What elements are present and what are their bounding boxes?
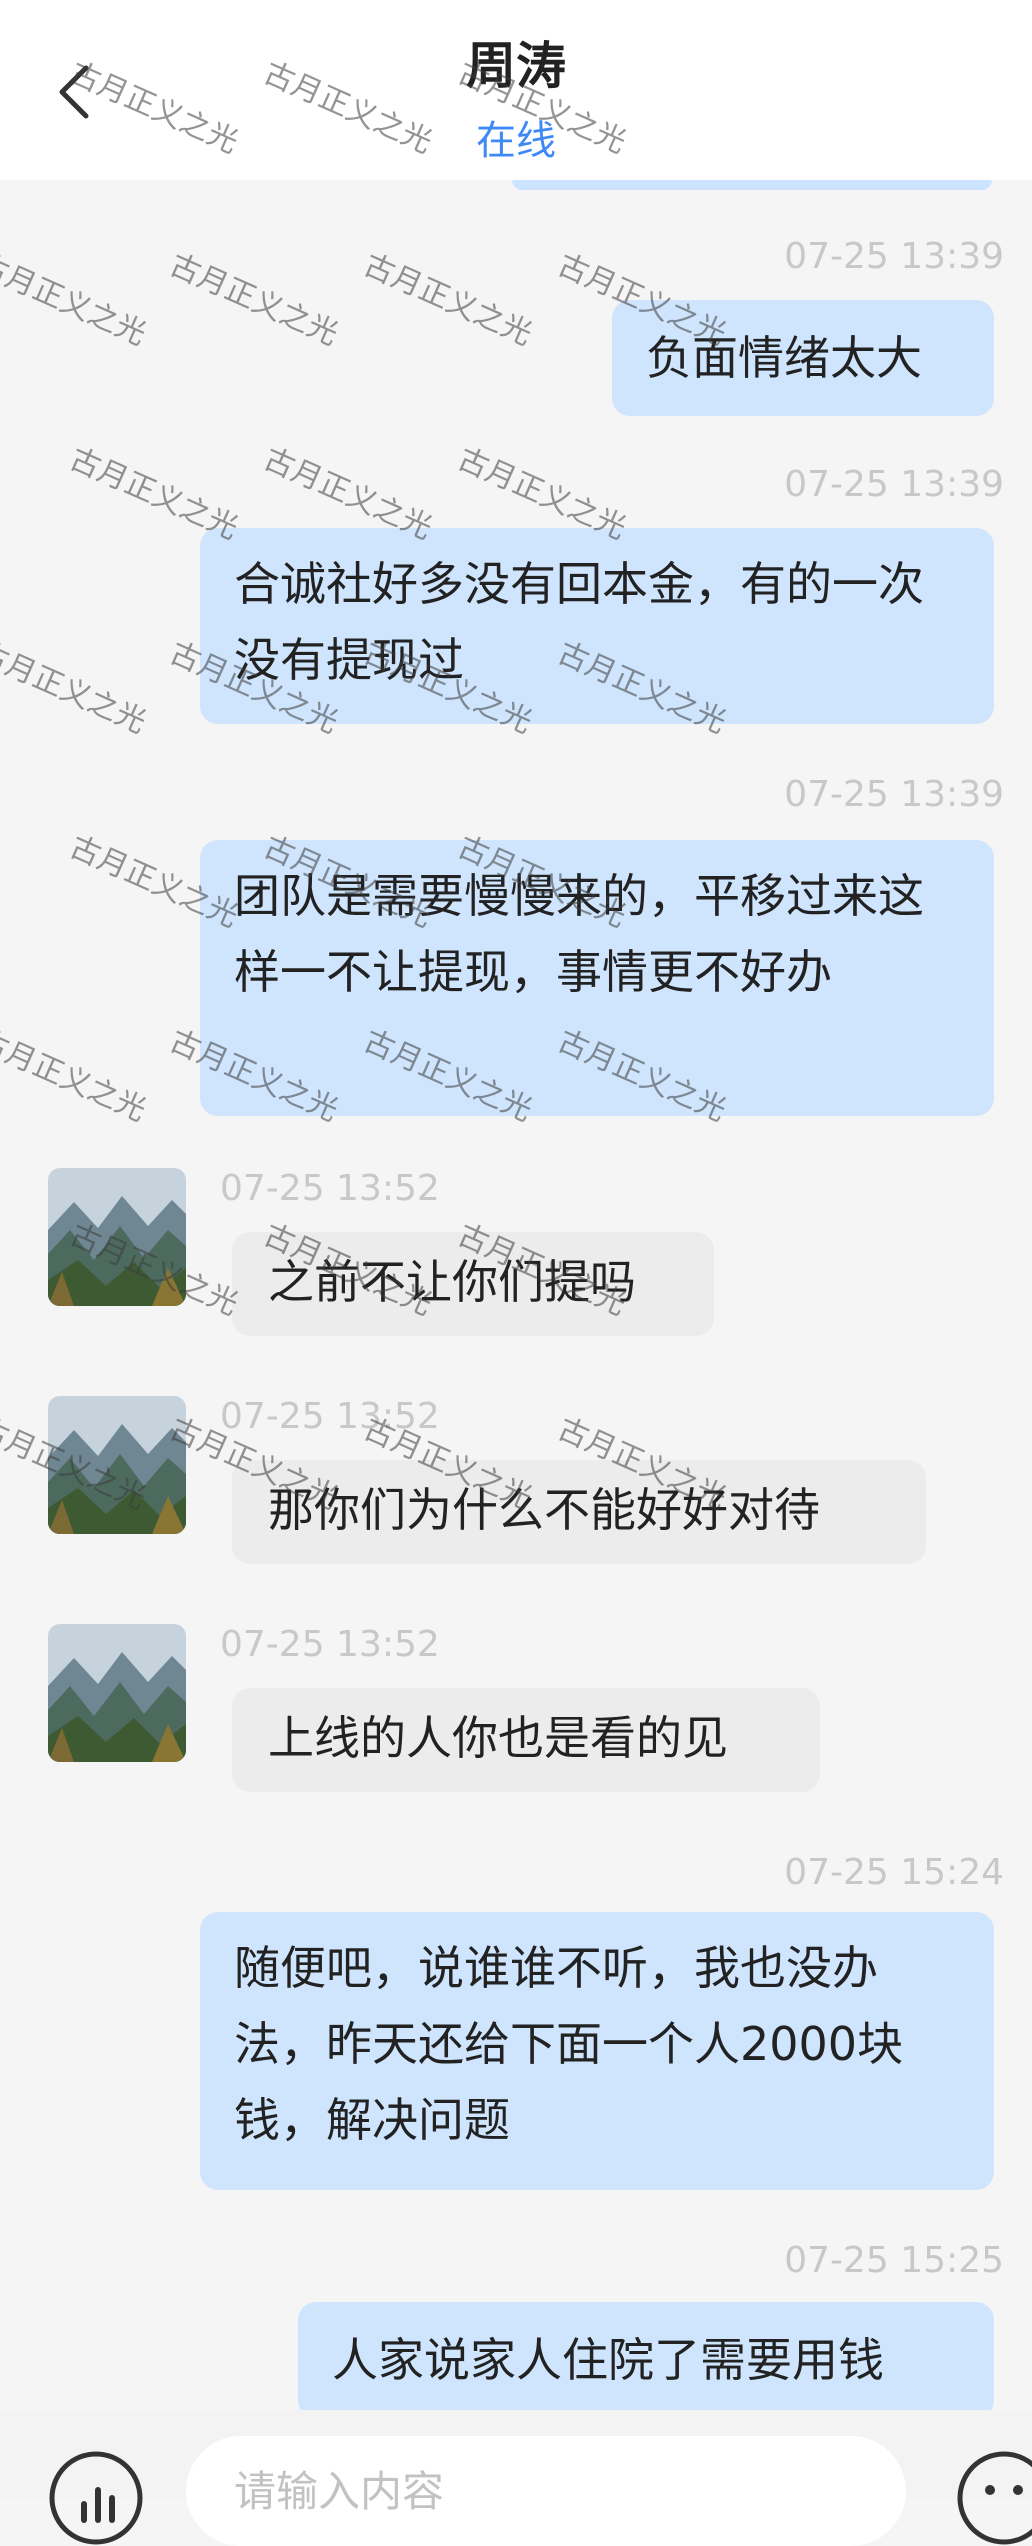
- message-timestamp: 07-25 13:39: [784, 464, 1004, 505]
- outgoing-message[interactable]: 人家说家人住院了需要用钱: [298, 2302, 994, 2418]
- outgoing-message[interactable]: 负面情绪太大: [612, 300, 994, 416]
- watermark: 古月正义之光: [0, 1023, 152, 1129]
- avatar[interactable]: [48, 1624, 186, 1762]
- watermark: 古月正义之光: [0, 247, 152, 353]
- chat-header: 周涛 在线: [0, 0, 1032, 180]
- mountain-landscape-avatar: [48, 1396, 186, 1534]
- incoming-message[interactable]: 那你们为什么不能好好对待: [232, 1460, 926, 1564]
- message-timestamp: 07-25 13:39: [784, 236, 1004, 277]
- message-timestamp: 07-25 15:24: [784, 1852, 1004, 1893]
- previous-message-bubble[interactable]: [512, 180, 992, 190]
- message-timestamp: 07-25 13:52: [220, 1624, 440, 1665]
- emoji-icon[interactable]: [956, 2450, 1032, 2546]
- watermark: 古月正义之光: [0, 635, 152, 741]
- incoming-message[interactable]: 之前不让你们提吗: [232, 1232, 714, 1336]
- online-status: 在线: [476, 118, 556, 164]
- outgoing-message[interactable]: 团队是需要慢慢来的，平移过来这样一不让提现，事情更不好办: [200, 840, 994, 1116]
- message-input[interactable]: [186, 2436, 906, 2546]
- voice-icon[interactable]: [48, 2450, 144, 2546]
- avatar[interactable]: [48, 1168, 186, 1306]
- outgoing-message[interactable]: 随便吧，说谁谁不听，我也没办法，昨天还给下面一个人2000块钱，解决问题: [200, 1912, 994, 2190]
- message-timestamp: 07-25 13:52: [220, 1396, 440, 1437]
- contact-name: 周涛: [466, 37, 566, 95]
- watermark: 古月正义之光: [358, 247, 538, 353]
- message-timestamp: 07-25 15:25: [784, 2240, 1004, 2281]
- watermark: 古月正义之光: [164, 247, 344, 353]
- message-timestamp: 07-25 13:39: [784, 774, 1004, 815]
- avatar[interactable]: [48, 1396, 186, 1534]
- outgoing-message[interactable]: 合诚社好多没有回本金，有的一次没有提现过: [200, 528, 994, 724]
- incoming-message[interactable]: 上线的人你也是看的见: [232, 1688, 820, 1792]
- mountain-landscape-avatar: [48, 1168, 186, 1306]
- composer-bar: [0, 2410, 1032, 2546]
- mountain-landscape-avatar: [48, 1624, 186, 1762]
- message-timestamp: 07-25 13:52: [220, 1168, 440, 1209]
